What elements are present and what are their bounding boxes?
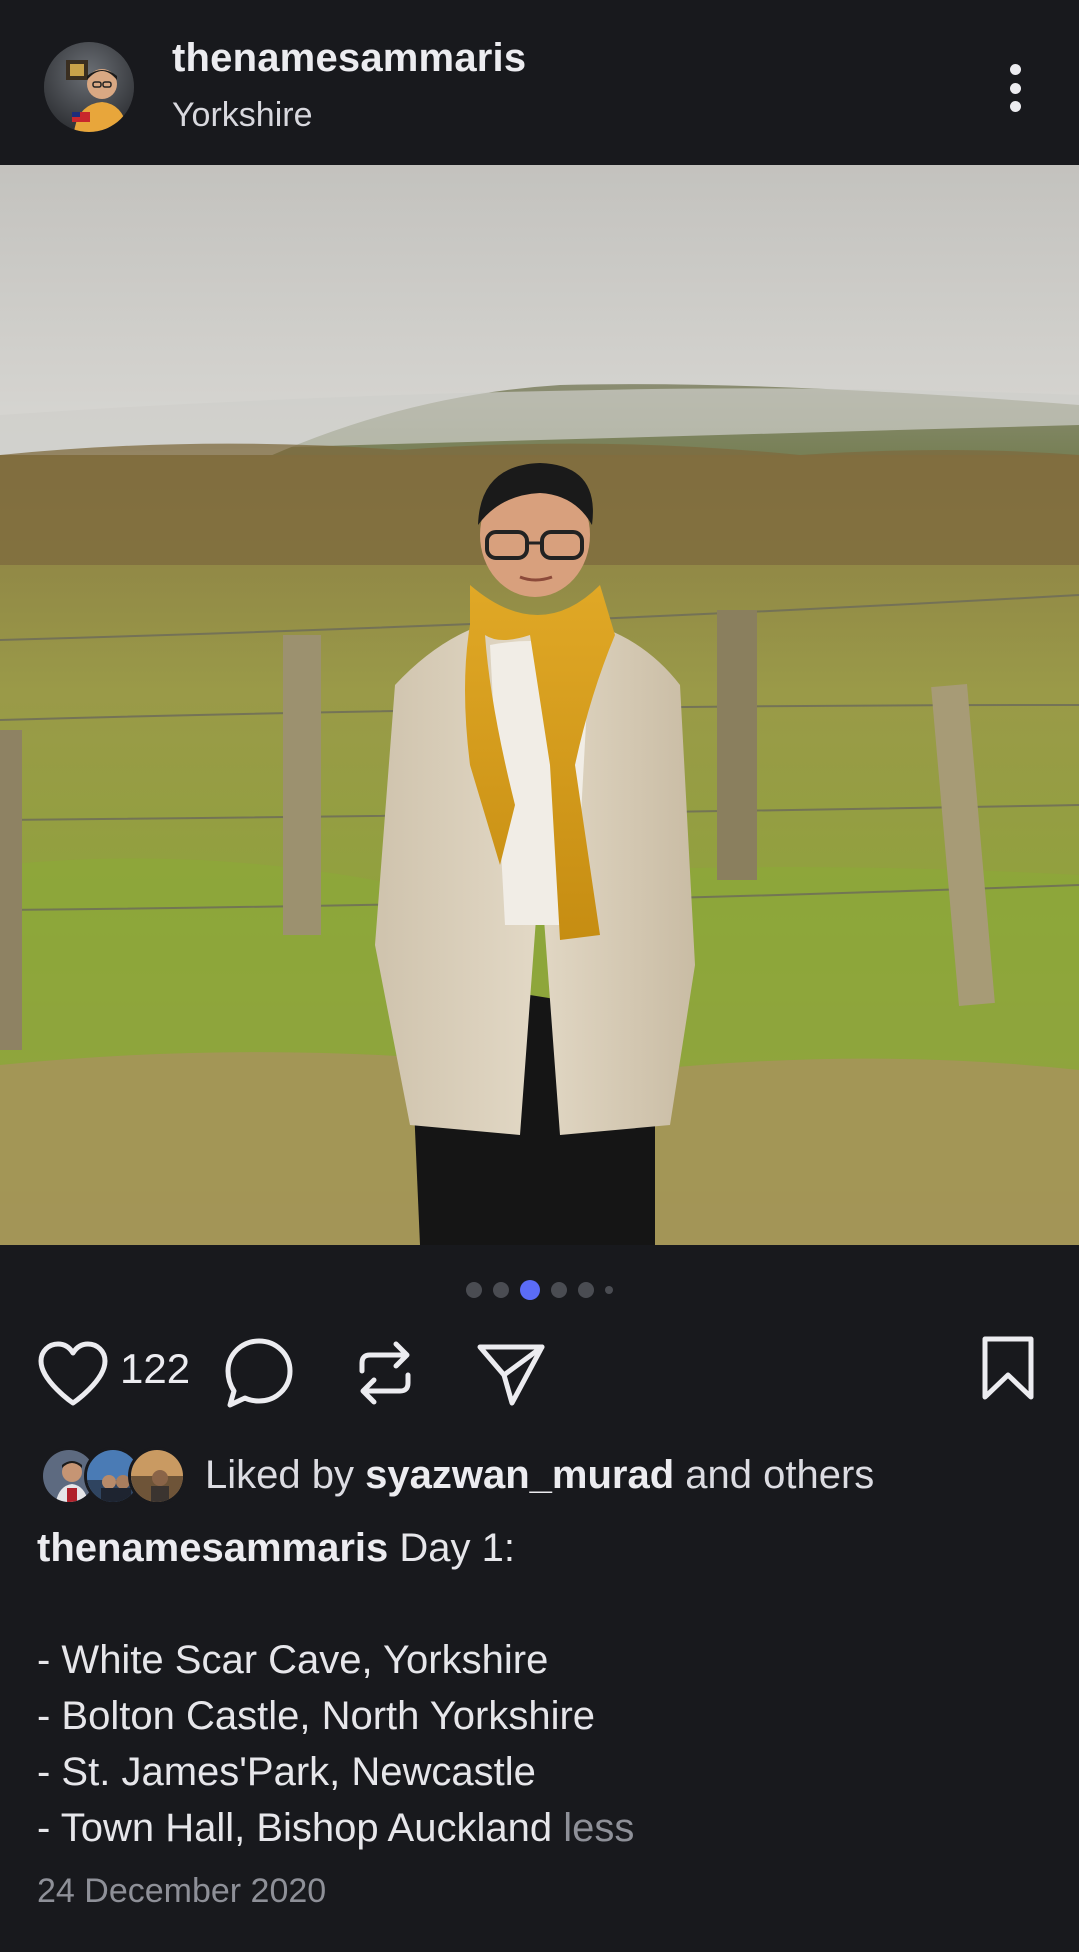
carousel-dot xyxy=(605,1286,613,1294)
like-button[interactable] xyxy=(36,1339,110,1409)
caption-line: - Town Hall, Bishop Auckland xyxy=(37,1806,553,1850)
carousel-dot xyxy=(551,1282,567,1298)
comment-icon xyxy=(225,1338,293,1408)
share-button[interactable] xyxy=(476,1339,546,1409)
more-vertical-icon xyxy=(1009,64,1021,75)
like-count[interactable]: 122 xyxy=(120,1345,190,1393)
caption-line: - St. James'Park, Newcastle xyxy=(37,1750,536,1794)
carousel-dot xyxy=(578,1282,594,1298)
carousel-dot xyxy=(493,1282,509,1298)
more-options-button[interactable] xyxy=(990,58,1040,118)
author-avatar[interactable] xyxy=(44,42,134,132)
liked-by-text: Liked by syazwan_murad and others xyxy=(205,1453,874,1498)
send-icon xyxy=(477,1344,545,1406)
action-bar: 122 xyxy=(0,1335,1079,1415)
carousel-dot-active xyxy=(520,1280,540,1300)
liked-by-suffix[interactable]: and others xyxy=(685,1453,874,1497)
save-button[interactable] xyxy=(980,1335,1036,1401)
heart-icon xyxy=(38,1341,108,1406)
liked-by-prefix: Liked by xyxy=(205,1453,354,1497)
post-caption: thenamesammaris Day 1: - White Scar Cave… xyxy=(37,1520,1047,1856)
post-header: thenamesammaris Yorkshire xyxy=(0,0,1079,165)
caption-line: - Bolton Castle, North Yorkshire xyxy=(37,1694,596,1738)
carousel-indicator xyxy=(0,1280,1079,1300)
caption-username[interactable]: thenamesammaris xyxy=(37,1526,388,1570)
liker-avatar xyxy=(128,1447,186,1505)
comment-button[interactable] xyxy=(224,1337,294,1409)
repost-icon xyxy=(359,1341,411,1405)
carousel-dot xyxy=(466,1282,482,1298)
author-username[interactable]: thenamesammaris xyxy=(172,36,526,81)
post-photo[interactable] xyxy=(0,165,1079,1245)
repost-button[interactable] xyxy=(354,1337,416,1409)
caption-text: Day 1: xyxy=(399,1526,516,1570)
caption-less-link[interactable]: less xyxy=(563,1806,634,1850)
caption-line: - White Scar Cave, Yorkshire xyxy=(37,1638,549,1682)
post-location[interactable]: Yorkshire xyxy=(172,96,312,135)
bookmark-icon xyxy=(982,1336,1034,1400)
liked-by-row[interactable]: Liked by syazwan_murad and others xyxy=(40,1447,1040,1507)
post-date: 24 December 2020 xyxy=(37,1872,327,1910)
liked-by-username[interactable]: syazwan_murad xyxy=(365,1453,674,1497)
